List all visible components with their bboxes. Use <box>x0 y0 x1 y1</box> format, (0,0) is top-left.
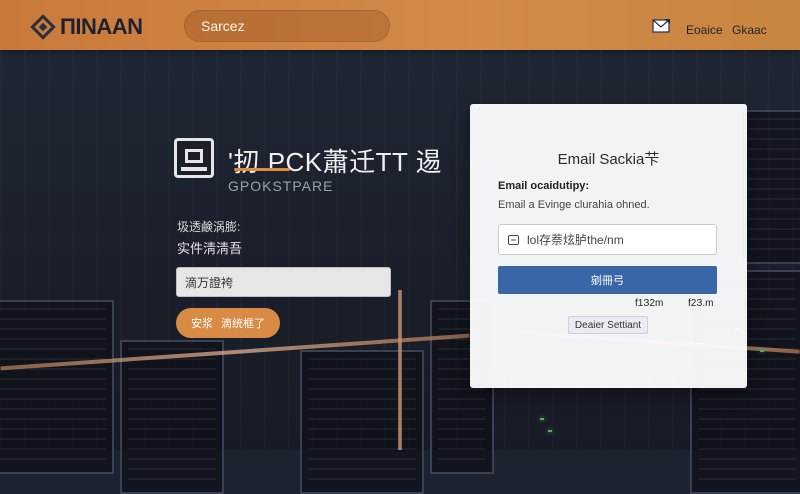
header-link-2[interactable]: Gkaac <box>732 23 767 37</box>
hero-button-label: 安浆 <box>191 318 213 330</box>
logo-icon <box>30 14 56 40</box>
app-icon <box>174 138 214 178</box>
title-underline <box>234 168 290 171</box>
hero-action-button[interactable]: 安浆 滴统框了 <box>176 308 280 338</box>
brand-logo[interactable]: ΠINAAN <box>30 14 143 40</box>
field-label: 实件淸淸吾 <box>177 241 243 256</box>
brand-name: ΠINAAN <box>60 14 143 39</box>
header-link-1[interactable]: Eoaice <box>686 23 723 37</box>
card-subheading: Email ocaidutipy: <box>498 180 590 192</box>
server-rack <box>300 350 424 494</box>
server-rack <box>120 340 224 494</box>
email-card: Email Sackia芐 Email ocaidutipy: Email a … <box>470 104 747 388</box>
field-caption: 圾透鹸涡膨: <box>177 220 241 234</box>
card-description: Email a Evinge clurahia ohned. <box>498 199 650 211</box>
submit-button[interactable]: 剜冊弓 <box>498 266 717 294</box>
hero-input[interactable] <box>176 267 391 297</box>
hero-button-label-2: 滴统框了 <box>221 318 265 330</box>
search-field[interactable] <box>184 10 390 42</box>
card-title: Email Sackia芐 <box>557 151 660 168</box>
status-led <box>760 350 764 352</box>
meta-left: f1З2m <box>635 298 664 309</box>
status-led <box>540 418 544 420</box>
server-rack <box>740 110 800 264</box>
status-led <box>548 430 552 432</box>
mail-icon[interactable] <box>652 19 670 33</box>
search-input[interactable] <box>199 17 373 35</box>
email-icon <box>508 234 519 245</box>
email-field[interactable] <box>498 224 717 255</box>
hero-subtitle: GPOKSTPARE <box>228 178 334 194</box>
top-header: ΠINAAN Eoaice Gkaac <box>0 0 800 50</box>
light-beam <box>398 290 402 450</box>
secondary-button[interactable]: Deaier Settiant <box>568 316 648 334</box>
server-rack <box>0 300 114 474</box>
meta-right: f2З.m <box>688 298 714 309</box>
hero-title: '扨 PCK蕭迁TT 逷 <box>228 147 443 177</box>
email-input[interactable] <box>525 231 709 248</box>
